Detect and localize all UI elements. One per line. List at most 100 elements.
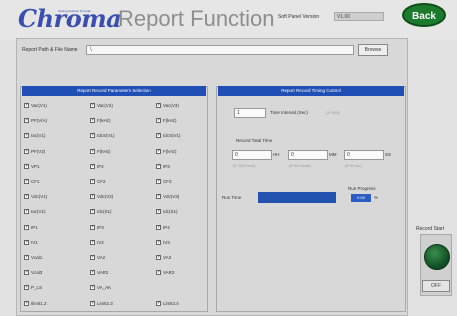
browse-button[interactable]: Browse <box>358 44 388 56</box>
parameter-checkbox[interactable]: ✓ VA_AK <box>90 285 111 291</box>
parameter-checkbox-label: Vcal1 <box>31 255 43 260</box>
parameter-checkbox-label: CF2 <box>97 179 106 184</box>
checkbox-icon[interactable]: ✓ <box>156 194 161 200</box>
parameter-checkbox[interactable]: ✓ Limit3.4 <box>156 300 179 306</box>
parameter-checkbox[interactable]: ✓ VAR2 <box>90 270 109 276</box>
checkbox-icon[interactable]: ✓ <box>90 148 95 154</box>
parameter-checkbox[interactable]: ✓ IdcS(V1) <box>156 133 181 139</box>
checkbox-icon[interactable]: ✓ <box>156 118 161 124</box>
parameter-checkbox-label: Iac(V1) <box>31 133 46 139</box>
parameter-checkbox[interactable]: ✓ Limit2.3 <box>90 300 113 306</box>
parameter-checkbox[interactable]: ✓ IP3 <box>156 163 170 169</box>
checkbox-icon[interactable]: ✓ <box>156 270 161 276</box>
checkbox-icon[interactable]: ✓ <box>156 209 161 215</box>
checkbox-icon[interactable]: ✓ <box>90 209 95 215</box>
checkbox-icon[interactable]: ✓ <box>24 209 29 215</box>
parameter-checkbox[interactable]: ✓ IV3 <box>156 239 170 245</box>
back-button[interactable]: Back <box>402 3 446 27</box>
checkbox-icon[interactable]: ✓ <box>156 300 161 306</box>
parameter-checkbox[interactable]: ✓ CF3 <box>156 179 172 184</box>
parameter-checkbox[interactable]: ✓ VP1 <box>24 163 40 169</box>
checkbox-icon[interactable]: ✓ <box>90 163 95 169</box>
checkbox-icon[interactable]: ✓ <box>24 194 29 200</box>
parameter-checkbox[interactable]: ✓ Vac(V1) <box>24 103 47 108</box>
parameter-checkbox[interactable]: ✓ F(kHz) <box>156 118 177 124</box>
parameter-checkbox[interactable]: ✓ CF2 <box>90 179 106 184</box>
checkbox-icon[interactable]: ✓ <box>24 118 29 124</box>
parameter-checkbox[interactable]: ✓ Vcal3 <box>24 270 42 276</box>
parameter-checkbox[interactable]: ✓ IV1 <box>24 239 38 245</box>
checkbox-icon[interactable]: ✓ <box>90 270 95 276</box>
checkbox-icon[interactable]: ✓ <box>90 103 95 108</box>
parameter-checkbox[interactable]: ✓ Vdc(V1) <box>24 194 47 200</box>
parameter-checkbox-label: PF(V2) <box>31 148 46 154</box>
parameter-checkbox[interactable]: ✓ Idc(S1) <box>156 209 178 215</box>
checkbox-icon[interactable]: ✓ <box>24 270 29 276</box>
checkbox-icon[interactable]: ✓ <box>24 148 29 154</box>
record-status-led-icon <box>424 244 450 270</box>
seconds-input[interactable]: 0 <box>344 150 384 160</box>
parameter-checkbox[interactable]: ✓ IP2 <box>90 163 104 169</box>
minutes-input[interactable]: 0 <box>288 150 328 160</box>
checkbox-icon[interactable]: ✓ <box>90 300 95 306</box>
parameter-checkbox[interactable]: ✓ PF(V/A) <box>24 118 47 124</box>
record-off-button[interactable]: OFF <box>422 280 450 292</box>
parameter-checkbox[interactable]: ✓ P_LS <box>24 285 42 291</box>
checkbox-icon[interactable]: ✓ <box>24 133 29 139</box>
checkbox-icon[interactable]: ✓ <box>24 179 29 184</box>
parameter-checkbox-label: Ilimit1.2 <box>31 300 47 306</box>
parameter-checkbox-label: IV1 <box>31 239 38 245</box>
parameter-checkbox[interactable]: ✓ VA3 <box>156 255 171 260</box>
parameter-checkbox[interactable]: ✓ PF(V2) <box>24 148 46 154</box>
checkbox-icon[interactable]: ✓ <box>24 255 29 260</box>
parameter-checkbox[interactable]: ✓ Vac(V2) <box>90 103 113 108</box>
parameter-checkbox[interactable]: ✓ Iac(V1) <box>24 209 46 215</box>
checkbox-icon[interactable]: ✓ <box>24 300 29 306</box>
checkbox-icon[interactable]: ✓ <box>90 179 95 184</box>
checkbox-icon[interactable]: ✓ <box>156 255 161 260</box>
parameter-checkbox-label: VAR2 <box>97 270 109 276</box>
checkbox-icon[interactable]: ✓ <box>90 133 95 139</box>
parameter-checkbox[interactable]: ✓ Ilimit1.2 <box>24 300 47 306</box>
checkbox-icon[interactable]: ✓ <box>90 239 95 245</box>
parameter-checkbox[interactable]: ✓ F(kHz) <box>90 118 111 124</box>
checkbox-icon[interactable]: ✓ <box>156 163 161 169</box>
checkbox-icon[interactable]: ✓ <box>24 224 29 230</box>
checkbox-icon[interactable]: ✓ <box>24 239 29 245</box>
parameter-checkbox[interactable]: ✓ Vac(V3) <box>156 103 179 108</box>
parameter-checkbox[interactable]: ✓ VA2 <box>90 255 105 260</box>
report-path-input[interactable]: \ <box>86 45 354 55</box>
checkbox-icon[interactable]: ✓ <box>24 163 29 169</box>
checkbox-icon[interactable]: ✓ <box>24 103 29 108</box>
parameter-checkbox[interactable]: ✓ IP1 <box>24 224 38 230</box>
parameter-checkbox[interactable]: ✓ IV2 <box>90 239 104 245</box>
checkbox-icon[interactable]: ✓ <box>90 224 95 230</box>
parameter-checkbox[interactable]: ✓ IP4 <box>156 224 170 230</box>
checkbox-icon[interactable]: ✓ <box>156 103 161 108</box>
checkbox-icon[interactable]: ✓ <box>24 285 29 291</box>
checkbox-icon[interactable]: ✓ <box>90 118 95 124</box>
checkbox-icon[interactable]: ✓ <box>156 239 161 245</box>
checkbox-icon[interactable]: ✓ <box>156 224 161 230</box>
checkbox-icon[interactable]: ✓ <box>90 255 95 260</box>
checkbox-icon[interactable]: ✓ <box>156 148 161 154</box>
parameter-checkbox[interactable]: ✓ Vdc(V2) <box>90 194 113 200</box>
checkbox-icon[interactable]: ✓ <box>90 285 95 291</box>
parameter-checkbox[interactable]: ✓ Vcal1 <box>24 255 42 260</box>
parameter-checkbox[interactable]: ✓ F(kHz) <box>90 148 111 154</box>
checkbox-icon[interactable]: ✓ <box>156 179 161 184</box>
parameter-checkbox[interactable]: ✓ Vdc(V3) <box>156 194 179 200</box>
record-start-label: Record Start <box>416 226 445 232</box>
parameter-checkbox[interactable]: ✓ Idc(S1) <box>90 209 112 215</box>
parameter-checkbox[interactable]: ✓ F(kHz) <box>156 148 177 154</box>
parameter-checkbox-label: Vac(V2) <box>97 103 113 108</box>
parameter-checkbox[interactable]: ✓ CF1 <box>24 179 40 184</box>
checkbox-icon[interactable]: ✓ <box>156 133 161 139</box>
parameter-checkbox[interactable]: ✓ VAR3 <box>156 270 174 276</box>
checkbox-icon[interactable]: ✓ <box>90 194 95 200</box>
hours-input[interactable]: 0 <box>232 150 272 160</box>
time-interval-input[interactable]: 1 <box>234 108 266 118</box>
parameter-checkbox[interactable]: ✓ IdcS(V1) <box>90 133 115 139</box>
parameter-checkbox[interactable]: ✓ IP3 <box>90 224 104 230</box>
parameter-checkbox[interactable]: ✓ Iac(V1) <box>24 133 46 139</box>
